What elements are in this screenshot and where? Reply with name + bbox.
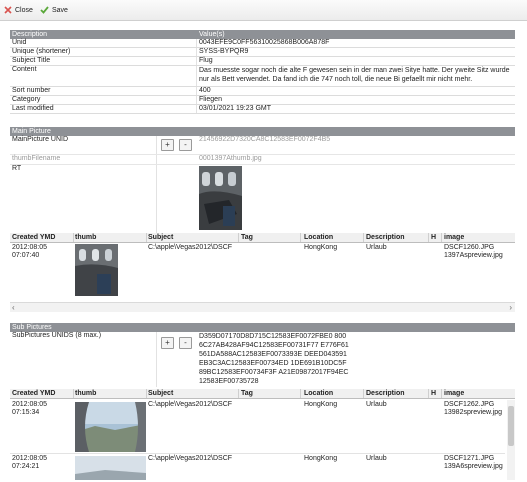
row-category: Category Fliegen xyxy=(10,96,515,105)
col-tag[interactable]: Tag xyxy=(241,389,253,398)
remove-sub-picture-button[interactable]: - xyxy=(179,337,192,349)
vertical-scrollbar-thumb[interactable] xyxy=(508,406,514,446)
location-cell: HongKong xyxy=(304,455,338,462)
sub-pictures-section: Sub Pictures SubPictures UNIDS (8 max.) … xyxy=(10,323,515,480)
col-description[interactable]: Description xyxy=(366,389,405,398)
category-value[interactable]: Fliegen xyxy=(199,96,511,104)
last-modified-label: Last modified xyxy=(12,105,54,112)
col-description[interactable]: Description xyxy=(366,233,405,242)
col-tag[interactable]: Tag xyxy=(241,233,253,242)
content-value[interactable]: Das muesste sogar noch die alte F gewese… xyxy=(199,66,511,84)
last-modified-value: 03/01/2021 19:23 GMT xyxy=(199,105,271,112)
remove-main-picture-button[interactable]: - xyxy=(179,139,192,151)
row-sort-number: Sort number 400 xyxy=(10,87,515,96)
scroll-left-arrow[interactable]: ‹ xyxy=(12,303,15,312)
subject-title-value[interactable]: Flug xyxy=(199,57,511,65)
image-cell: DSCF1262.JPG 13982spreview.jpg xyxy=(444,401,502,416)
main-picture-section: Main Picture MainPicture UNID + - 214569… xyxy=(10,127,515,315)
description-header-label: Description xyxy=(12,31,48,38)
table-row[interactable]: 2012:08:05 07:15:34 C:\apple\Vegas2012\D… xyxy=(10,401,505,454)
thumb-image xyxy=(75,402,146,452)
add-sub-picture-button[interactable]: + xyxy=(161,337,174,349)
table-row[interactable]: 2012:08:05 07:24:21 C:\apple\Vegas2012\D… xyxy=(10,455,505,480)
created-cell: 2012:08:05 07:24:21 xyxy=(12,455,48,470)
location-cell: HongKong xyxy=(304,244,338,251)
description-cell: Urlaub xyxy=(366,401,387,408)
subject-cell: C:\apple\Vegas2012\DSCF xyxy=(148,401,233,408)
vertical-scrollbar[interactable] xyxy=(507,400,515,480)
col-image[interactable]: image xyxy=(444,389,464,398)
col-thumb[interactable]: thumb xyxy=(75,389,96,398)
unid-label: Unid xyxy=(12,39,27,46)
scroll-right-arrow[interactable]: › xyxy=(509,303,512,312)
table-row[interactable]: 2012:08:05 07:07:40 C:\apple\Vegas2012\D… xyxy=(10,244,515,300)
close-button[interactable]: Close xyxy=(4,4,33,16)
subpictures-unids-label: SubPictures UNIDS (8 max.) xyxy=(12,332,102,339)
close-label: Close xyxy=(15,6,33,14)
unique-label: Unique (shortener) xyxy=(12,48,71,55)
sort-number-value[interactable]: 400 xyxy=(199,87,511,95)
rt-label: RT xyxy=(12,165,22,172)
description-cell: Urlaub xyxy=(366,244,387,251)
col-created[interactable]: Created YMD xyxy=(12,233,55,242)
checkmark-icon xyxy=(40,6,49,14)
image-cell: DSCF1271.JPG 139A6spreview.jpg xyxy=(444,455,503,470)
sub-pictures-title: Sub Pictures xyxy=(12,324,52,331)
thumb-image xyxy=(75,456,146,480)
row-rt: RT xyxy=(10,165,515,233)
unid-value[interactable]: 0043EFE9C0FF56310025868B006A878F xyxy=(199,39,511,47)
content-label: Content xyxy=(12,66,37,73)
sub-pictures-header: Sub Pictures xyxy=(10,323,515,332)
toolbar: Close Save xyxy=(0,0,527,21)
col-subject[interactable]: Subject xyxy=(148,233,173,242)
row-unique: Unique (shortener) SYSS-BYPQR9 xyxy=(10,48,515,57)
sort-number-label: Sort number xyxy=(12,87,51,94)
main-picture-unid-value: 21456922D7320CA8C12583EF0072F4B5 xyxy=(199,136,331,143)
add-main-picture-button[interactable]: + xyxy=(161,139,174,151)
row-main-picture-unid: MainPicture UNID + - 21456922D7320CA8C12… xyxy=(10,136,515,155)
description-table: Description Value(s) Unid 0043EFE9C0FF56… xyxy=(10,30,515,118)
unique-value[interactable]: SYSS-BYPQR9 xyxy=(199,48,511,56)
horizontal-scrollbar[interactable]: ‹ › xyxy=(10,302,515,312)
thumb-image xyxy=(75,244,118,296)
row-thumb-filename: thumbFilename 0001397Athumb.jpg xyxy=(10,155,515,165)
col-image[interactable]: image xyxy=(444,233,464,242)
location-cell: HongKong xyxy=(304,401,338,408)
created-cell: 2012:08:05 07:15:34 xyxy=(12,401,48,416)
subject-cell: C:\apple\Vegas2012\DSCF xyxy=(148,455,233,462)
row-content: Content Das muesste sogar noch die alte … xyxy=(10,66,515,87)
save-button[interactable]: Save xyxy=(40,4,68,16)
col-thumb[interactable]: thumb xyxy=(75,233,96,242)
row-unid: Unid 0043EFE9C0FF56310025868B006A878F xyxy=(10,39,515,48)
subject-title-label: Subject Title xyxy=(12,57,51,64)
save-label: Save xyxy=(52,6,68,14)
created-cell: 2012:08:05 07:07:40 xyxy=(12,244,48,259)
thumb-filename-label: thumbFilename xyxy=(12,155,61,162)
row-last-modified: Last modified 03/01/2021 19:23 GMT xyxy=(10,105,515,114)
col-h[interactable]: H xyxy=(431,389,436,398)
col-subject[interactable]: Subject xyxy=(148,389,173,398)
description-cell: Urlaub xyxy=(366,455,387,462)
rt-image xyxy=(199,166,242,230)
row-subpictures-unids: SubPictures UNIDS (8 max.) + - D359D0717… xyxy=(10,332,515,387)
col-location[interactable]: Location xyxy=(304,233,333,242)
description-table-header: Description Value(s) xyxy=(10,30,515,39)
main-picture-unid-label: MainPicture UNID xyxy=(12,136,69,143)
subpictures-unids-value[interactable]: D359D07170D8D715C12583EF0072FBE0 8006C27… xyxy=(199,332,349,386)
sub-pictures-grid-header: Created YMD thumb Subject Tag Location D… xyxy=(10,389,515,399)
subject-cell: C:\apple\Vegas2012\DSCF xyxy=(148,244,233,251)
values-header-label: Value(s) xyxy=(199,31,225,38)
main-picture-header: Main Picture xyxy=(10,127,515,136)
category-label: Category xyxy=(12,96,41,103)
image-cell: DSCF1260.JPG 1397Aspreview.jpg xyxy=(444,244,503,259)
col-h[interactable]: H xyxy=(431,233,436,242)
main-picture-grid-header: Created YMD thumb Subject Tag Location D… xyxy=(10,233,515,243)
thumb-filename-value: 0001397Athumb.jpg xyxy=(199,155,262,162)
col-location[interactable]: Location xyxy=(304,389,333,398)
main-picture-title: Main Picture xyxy=(12,128,51,135)
row-subject-title: Subject Title Flug xyxy=(10,57,515,66)
col-created[interactable]: Created YMD xyxy=(12,389,55,398)
close-icon xyxy=(4,6,12,14)
